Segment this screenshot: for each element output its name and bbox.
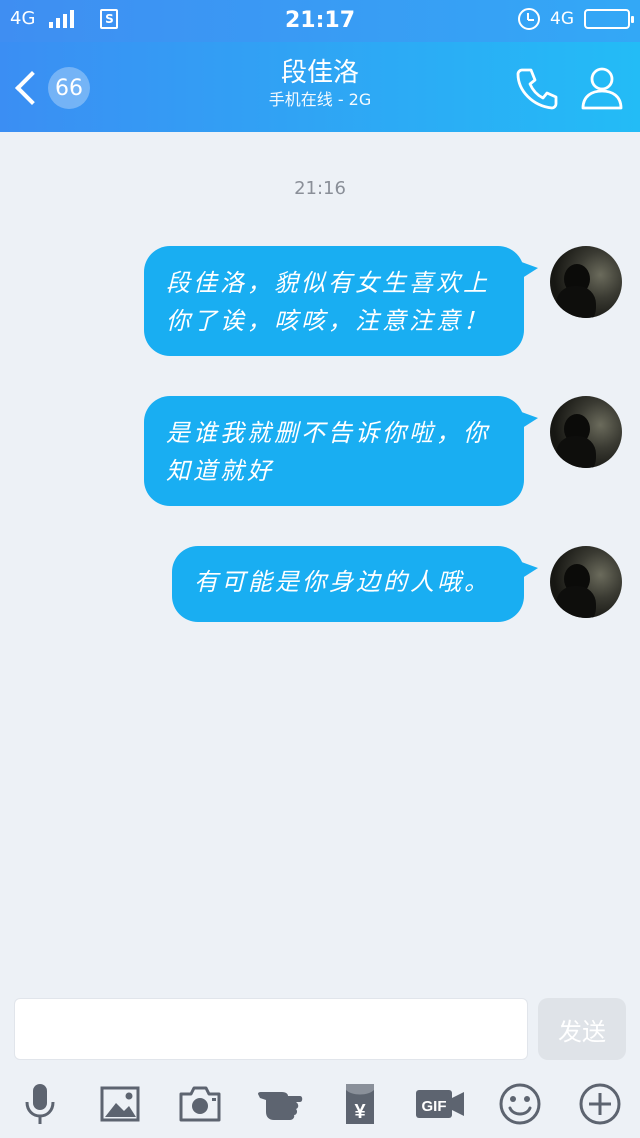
message-text-line: 是谁我就删不告诉你啦，你 [166, 419, 490, 447]
avatar[interactable] [550, 246, 622, 318]
red-packet-icon[interactable]: ¥ [336, 1080, 384, 1128]
camera-icon[interactable] [176, 1080, 224, 1128]
message-text-line: 知道就好 [166, 457, 274, 485]
microphone-icon[interactable] [16, 1080, 64, 1128]
chat-toolbar: ¥ GIF [0, 1072, 640, 1138]
message-row: 是谁我就删不告诉你啦，你 知道就好 [144, 396, 622, 506]
avatar[interactable] [550, 396, 622, 468]
gif-label: GIF [422, 1098, 447, 1115]
status-right: 4G [518, 8, 634, 30]
network-type-right: 4G [550, 9, 574, 29]
chat-timestamp: 21:16 [294, 178, 346, 199]
message-row: 段佳洛，貌似有女生喜欢上 你了诶，咳咳，注意注意！ [144, 246, 622, 356]
contact-status: 手机在线 - 2G [268, 90, 372, 109]
gif-icon[interactable]: GIF [414, 1080, 466, 1128]
poke-hand-icon[interactable] [256, 1080, 304, 1128]
phone-icon[interactable] [512, 64, 560, 112]
contact-name: 段佳洛 [280, 58, 359, 88]
avatar[interactable] [550, 546, 622, 618]
back-button[interactable]: 66 [10, 62, 90, 114]
profile-icon[interactable] [578, 64, 626, 112]
message-bubble[interactable]: 段佳洛，貌似有女生喜欢上 你了诶，咳咳，注意注意！ [144, 246, 538, 356]
message-bubble[interactable]: 有可能是你身边的人哦。 [172, 546, 538, 622]
send-button[interactable]: 发送 [538, 998, 626, 1060]
battery-icon [584, 9, 634, 29]
unread-badge: 66 [48, 67, 90, 109]
message-row: 有可能是你身边的人哦。 [172, 546, 622, 622]
plus-icon[interactable] [576, 1080, 624, 1128]
message-text-line: 有可能是你身边的人哦。 [194, 568, 491, 596]
emoji-icon[interactable] [496, 1080, 544, 1128]
alarm-icon [518, 8, 540, 30]
message-text-line: 段佳洛，貌似有女生喜欢上 [166, 269, 490, 297]
message-input[interactable] [14, 998, 528, 1060]
chat-header: 66 段佳洛 手机在线 - 2G [0, 42, 640, 132]
back-icon [15, 71, 49, 105]
red-packet-label: ¥ [354, 1101, 366, 1123]
message-bubble[interactable]: 是谁我就删不告诉你啦，你 知道就好 [144, 396, 538, 506]
message-text-line: 你了诶，咳咳，注意注意！ [166, 307, 490, 335]
chat-title-group: 段佳洛 手机在线 - 2G [160, 56, 480, 110]
image-icon[interactable] [96, 1080, 144, 1128]
status-bar: 4G S 21:17 4G [0, 0, 640, 42]
